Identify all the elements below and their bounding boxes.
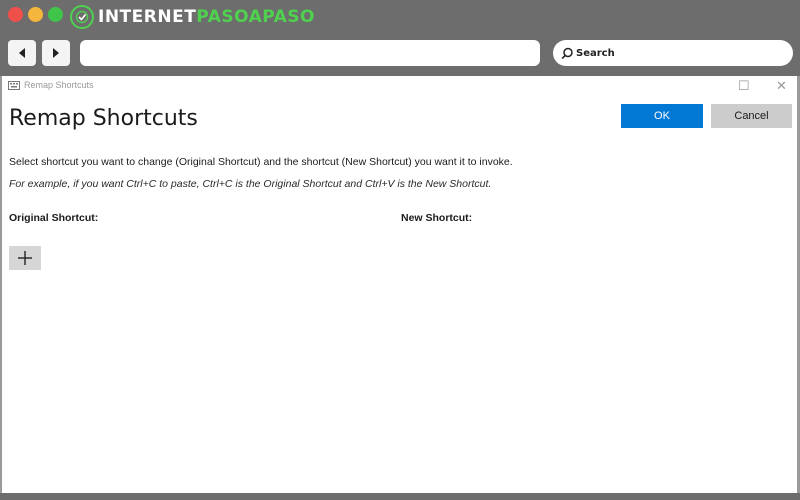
close-icon[interactable]: ✕ [776, 78, 787, 94]
brand-logo: INTERNETPASOAPASO [70, 4, 315, 30]
ok-button[interactable]: OK [621, 104, 703, 128]
window-title: Remap Shortcuts [24, 80, 94, 90]
search-label: Search [576, 47, 615, 59]
keyboard-icon [8, 81, 20, 90]
brand-accent: PASOAPASO [196, 7, 315, 27]
forward-button[interactable] [42, 40, 70, 66]
arrow-right-icon [53, 48, 59, 58]
cancel-button[interactable]: Cancel [711, 104, 792, 128]
search-icon [561, 47, 573, 59]
left-frame-edge [0, 76, 2, 493]
bottom-frame-edge [0, 493, 800, 500]
browser-frame: INTERNETPASOAPASO Search [0, 0, 800, 76]
address-bar[interactable] [80, 40, 540, 66]
page-title: Remap Shortcuts [9, 106, 198, 131]
instruction-text: Select shortcut you want to change (Orig… [9, 156, 513, 168]
maximize-icon[interactable]: ☐ [738, 78, 750, 94]
new-shortcut-header: New Shortcut: [401, 212, 473, 224]
minimize-window-button[interactable] [28, 7, 43, 22]
close-window-button[interactable] [8, 7, 23, 22]
zoom-window-button[interactable] [48, 7, 63, 22]
add-shortcut-button[interactable] [9, 246, 41, 270]
plus-icon [18, 251, 32, 265]
arrow-left-icon [19, 48, 25, 58]
original-shortcut-header: Original Shortcut: [9, 212, 99, 224]
back-button[interactable] [8, 40, 36, 66]
search-input[interactable]: Search [553, 40, 793, 66]
brand-name: INTERNETPASOAPASO [98, 7, 315, 27]
globe-icon [70, 5, 94, 29]
brand-prefix: INTERNET [98, 7, 197, 27]
example-text: For example, if you want Ctrl+C to paste… [9, 178, 492, 190]
window-titlebar: Remap Shortcuts ☐ ✕ [0, 76, 800, 98]
